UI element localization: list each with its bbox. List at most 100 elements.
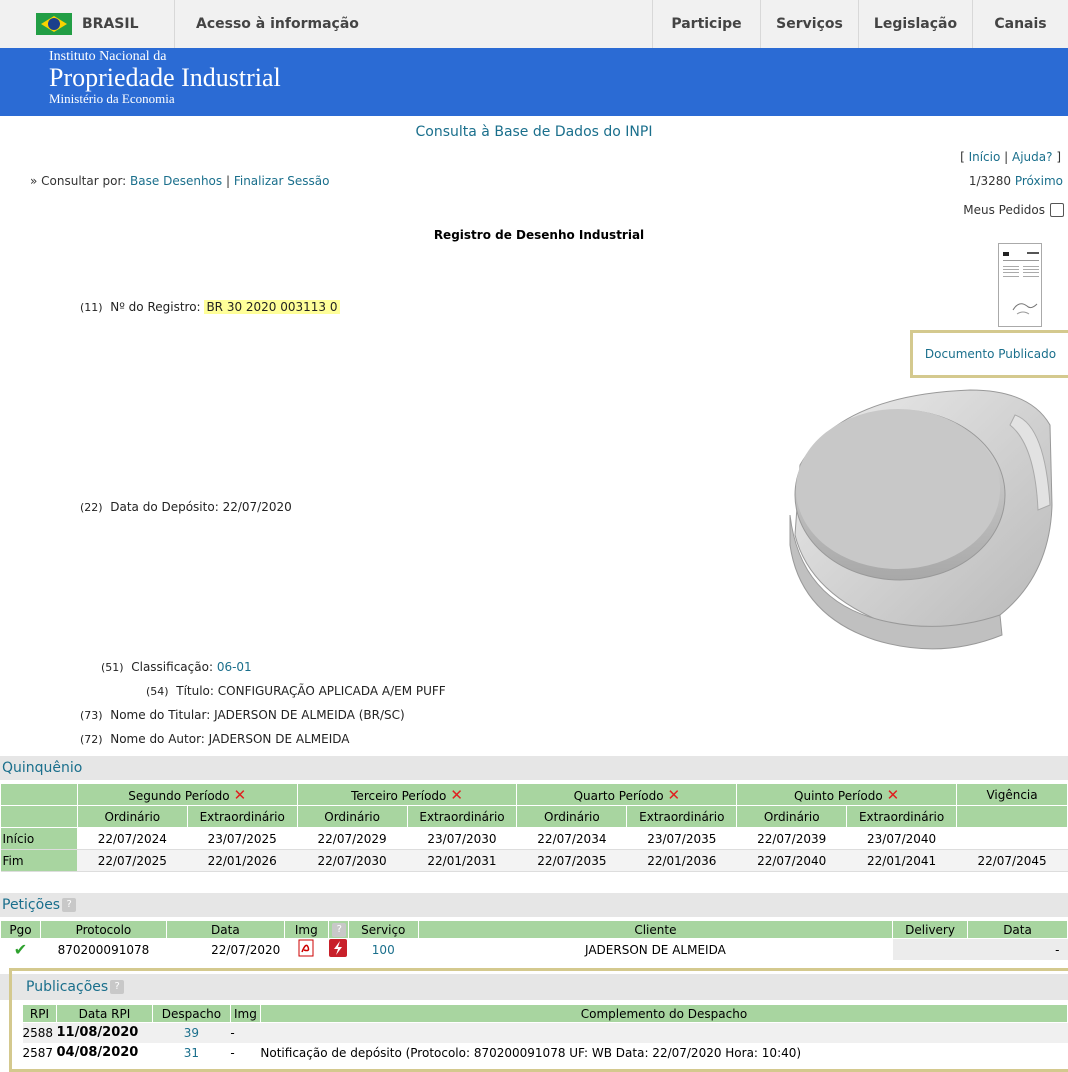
q-fim-label: Fim <box>0 849 78 872</box>
meus-pedidos-checkbox[interactable] <box>1050 203 1064 217</box>
q-cell: 22/07/2034 <box>516 827 627 850</box>
pet-cliente: JADERSON DE ALMEIDA <box>585 942 726 957</box>
pet-col-protocolo: Protocolo <box>39 920 167 939</box>
pet-col-help: ? <box>327 920 349 939</box>
quinquenio-heading: Quinquênio <box>0 756 1068 780</box>
brasil-link[interactable]: BRASIL <box>0 0 175 48</box>
table-row: ✔ 870200091078 22/07/2020 100 JADERSON D… <box>1 938 1068 961</box>
nav-legislacao[interactable]: Legislação <box>858 0 972 48</box>
registro-code: (11) <box>80 301 103 314</box>
header-line1: Instituto Nacional da <box>49 49 167 64</box>
pet-col-cliente: Cliente <box>417 920 894 939</box>
autor-field: (72) Nome do Autor: JADERSON DE ALMEIDA <box>80 732 349 746</box>
help-icon[interactable]: ? <box>62 898 77 912</box>
q-ordinario: Ordinário <box>76 805 188 828</box>
q-period-quinto: Quinto Período ✕ <box>736 783 958 806</box>
registro-title: Registro de Desenho Industrial <box>433 228 645 242</box>
pet-data2: - <box>967 938 1068 960</box>
pdf-icon[interactable] <box>284 939 328 961</box>
nav-canais[interactable]: Canais <box>972 0 1068 48</box>
pgo-check-icon: ✔ <box>13 940 28 959</box>
close-icon: ✕ <box>450 785 463 804</box>
titular-label: Nome do Titular: <box>110 708 211 722</box>
brasil-label: BRASIL <box>82 16 139 32</box>
q-cell: 22/07/2025 <box>77 849 188 872</box>
q-blank <box>0 805 78 828</box>
close-icon: ✕ <box>233 785 247 804</box>
q-cell: 22/01/2041 <box>846 849 957 872</box>
peticoes-heading: Petições? <box>0 893 1068 917</box>
documento-publicado-box: Documento Publicado <box>910 330 1068 378</box>
acesso-informacao-link[interactable]: Acesso à informação <box>175 0 652 48</box>
q-cell: 23/07/2030 <box>407 827 517 850</box>
q-blank <box>0 783 78 806</box>
q-inicio-label: Início <box>0 827 78 850</box>
titulo-code: (54) <box>146 685 169 698</box>
inicio-link[interactable]: Início <box>969 150 1001 164</box>
proximo-link[interactable]: Próximo <box>1015 174 1063 188</box>
close-icon: ✕ <box>667 785 681 804</box>
ajuda-link[interactable]: Ajuda? <box>1012 150 1053 164</box>
classif-value-link[interactable]: 06-01 <box>217 660 252 674</box>
pet-col-delivery: Delivery <box>892 920 969 939</box>
q-cell: 23/07/2035 <box>626 827 737 850</box>
q-ordinario: Ordinário <box>516 805 628 828</box>
autor-value: JADERSON DE ALMEIDA <box>208 732 350 746</box>
q-period-quarto-label: Quarto Período <box>573 788 664 803</box>
q-ordinario: Ordinário <box>736 805 848 828</box>
gov-nav: Participe Serviços Legislação Canais <box>652 0 1068 48</box>
q-extraordinario: Extraordinário <box>186 805 298 828</box>
base-desenhos-link[interactable]: Base Desenhos <box>130 174 222 188</box>
q-cell: 22/07/2045 <box>956 849 1068 872</box>
q-cell: 22/07/2029 <box>297 827 408 850</box>
document-thumbnail[interactable] <box>998 243 1042 327</box>
nav-servicos[interactable]: Serviços <box>760 0 858 48</box>
deposito-code: (22) <box>80 501 103 514</box>
q-cell: 23/07/2040 <box>846 827 957 850</box>
titulo-label: Título: <box>176 684 214 698</box>
classif-label: Classificação: <box>131 660 213 674</box>
meus-pedidos-label: Meus Pedidos <box>963 203 1045 217</box>
consultar-por: » Consultar por: Base Desenhos | Finaliz… <box>30 174 330 188</box>
deposito-field: (22) Data do Depósito: 22/07/2020 <box>80 500 292 514</box>
inpi-header: Instituto Nacional da Propriedade Indust… <box>0 48 1068 116</box>
registro-value: BR 30 2020 003113 0 <box>204 300 340 314</box>
titulo-value: CONFIGURAÇÃO APLICADA A/EM PUFF <box>217 684 446 698</box>
autor-label: Nome do Autor: <box>110 732 205 746</box>
pager: 1/3280 Próximo <box>969 174 1063 188</box>
nav-participe[interactable]: Participe <box>652 0 760 48</box>
q-cell: 22/01/2036 <box>626 849 737 872</box>
pager-count: 1/3280 <box>968 174 1012 188</box>
q-ordinario: Ordinário <box>296 805 408 828</box>
q-period-terceiro-label: Terceiro Período <box>351 788 447 803</box>
q-extraordinario: Extraordinário <box>626 805 738 828</box>
brazil-flag-icon <box>36 13 72 35</box>
pet-protocolo: 870200091078 <box>57 942 150 957</box>
q-period-segundo: Segundo Período ✕ <box>76 783 298 806</box>
documento-publicado-link[interactable]: Documento Publicado <box>925 347 1056 361</box>
product-image <box>780 385 1060 655</box>
q-cell <box>956 827 1068 850</box>
close-icon: ✕ <box>886 785 900 804</box>
titular-value: JADERSON DE ALMEIDA (BR/SC) <box>214 708 405 722</box>
classif-code: (51) <box>101 661 124 674</box>
pet-col-data2: Data <box>967 920 1068 939</box>
pet-col-servico: Serviço <box>347 920 419 939</box>
top-links: [ Início | Ajuda? ] <box>960 150 1061 164</box>
q-vigencia: Vigência <box>956 783 1068 806</box>
pet-col-img: Img <box>283 920 329 939</box>
q-period-terceiro: Terceiro Período ✕ <box>296 783 518 806</box>
q-cell: 22/07/2039 <box>736 827 847 850</box>
q-extraordinario: Extraordinário <box>406 805 518 828</box>
titulo-field: (54) Título: CONFIGURAÇÃO APLICADA A/EM … <box>146 684 446 698</box>
help-icon[interactable]: ? <box>332 922 347 937</box>
servico-link[interactable]: 100 <box>372 943 395 957</box>
flash-icon[interactable] <box>328 939 348 961</box>
pet-servico-link[interactable]: 100 <box>348 939 418 961</box>
q-cell: 22/07/2024 <box>77 827 188 850</box>
finalizar-sessao-link[interactable]: Finalizar Sessão <box>234 174 330 188</box>
q-cell: 22/07/2040 <box>736 849 847 872</box>
deposito-label: Data do Depósito: <box>110 500 219 514</box>
q-extraordinario: Extraordinário <box>846 805 958 828</box>
q-cell: 22/07/2030 <box>297 849 408 872</box>
